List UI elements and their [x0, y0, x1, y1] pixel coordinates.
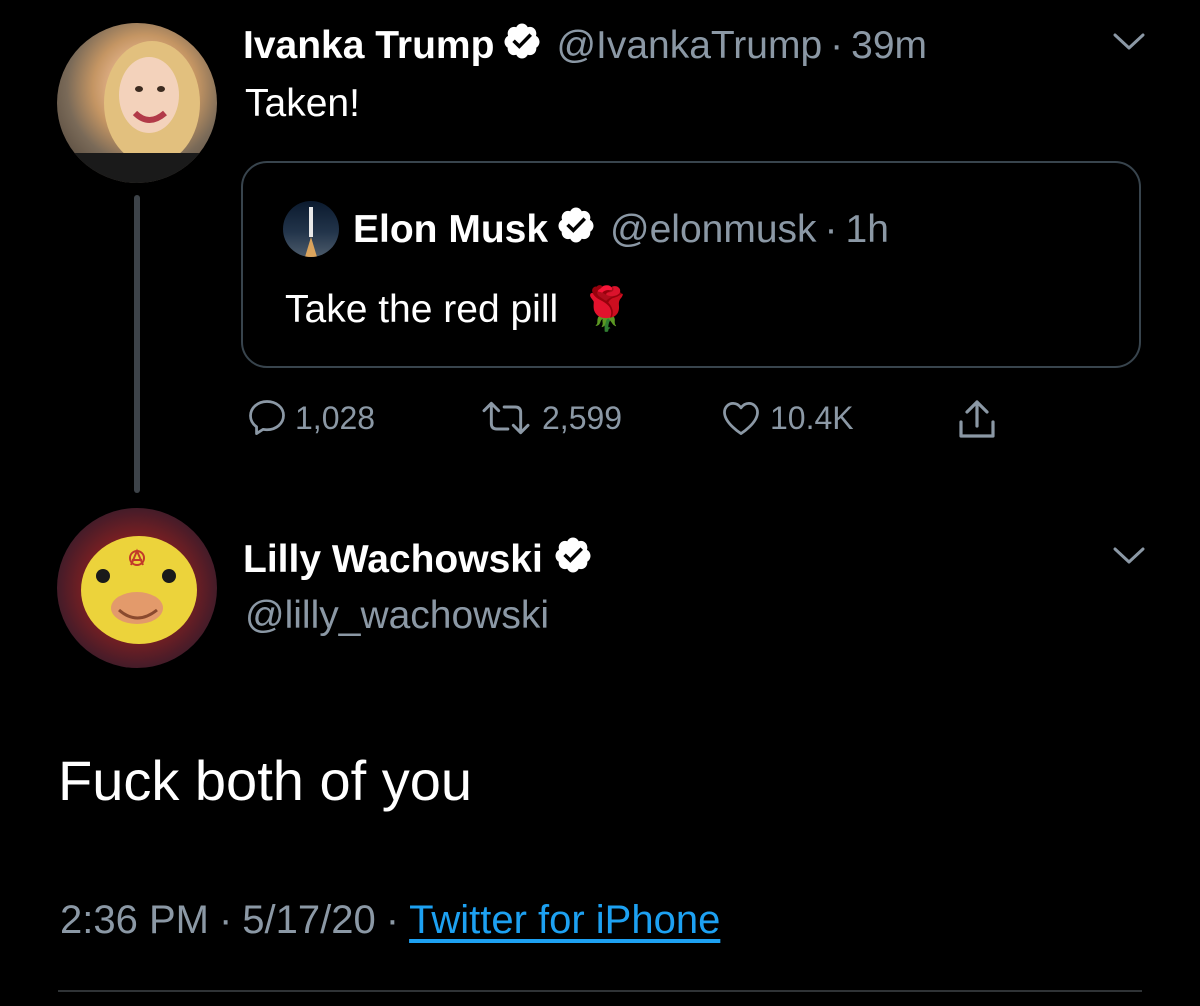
author-name[interactable]: Ivanka Trump	[243, 24, 494, 68]
divider	[58, 990, 1142, 992]
separator-dot: ·	[830, 24, 844, 67]
verified-badge-icon	[502, 21, 542, 71]
separator-dot: ·	[218, 898, 233, 942]
avatar-ivanka[interactable]	[57, 23, 217, 183]
reply-icon	[249, 400, 285, 435]
tweet-date: 5/17/20	[242, 898, 376, 942]
quoted-text-row: Take the red pill 🌹	[285, 285, 632, 334]
retweet-icon	[482, 401, 530, 435]
reply-count: 1,028	[295, 399, 376, 436]
like-count: 10.4K	[770, 399, 854, 436]
avatar-ivanka-image	[57, 41, 217, 183]
author-handle[interactable]: @lilly_wachowski	[245, 594, 549, 638]
quoted-text: Take the red pill	[285, 287, 559, 331]
avatar-lilly[interactable]	[57, 508, 217, 668]
thread-line	[134, 195, 140, 493]
retweet-action[interactable]: 2,599	[476, 396, 622, 440]
tweet-text: Taken!	[245, 82, 360, 125]
quoted-time: 1h	[845, 208, 889, 251]
tweet-time: 2:36 PM	[60, 898, 209, 942]
verified-badge-icon	[556, 205, 596, 255]
retweet-count: 2,599	[542, 399, 623, 436]
quoted-header: Elon Musk @elonmusk · 1h	[353, 207, 889, 253]
author-name[interactable]: Lilly Wachowski	[243, 538, 543, 582]
duck-avatar-image	[81, 536, 197, 644]
separator-dot: ·	[824, 208, 838, 251]
tweet-header-ivanka: Ivanka Trump @IvankaTrump · 39m	[243, 22, 927, 70]
reply-action[interactable]: 1,028	[245, 396, 375, 440]
share-icon	[959, 400, 995, 438]
rocket-icon	[305, 207, 317, 257]
quoted-tweet[interactable]: Elon Musk @elonmusk · 1h Take the red pi…	[241, 161, 1141, 368]
reply-header: Lilly Wachowski	[243, 535, 593, 585]
rose-emoji-icon: 🌹	[580, 285, 633, 332]
author-handle[interactable]: @IvankaTrump	[556, 24, 822, 68]
quoted-author-name: Elon Musk	[353, 208, 549, 251]
share-action[interactable]	[953, 396, 1007, 444]
tweet-time[interactable]: 39m	[851, 24, 927, 68]
reply-text: Fuck both of you	[58, 749, 473, 812]
heart-icon	[723, 401, 759, 435]
like-action[interactable]: 10.4K	[718, 396, 854, 440]
tweet-source-link[interactable]: Twitter for iPhone	[409, 898, 720, 943]
quoted-handle: @elonmusk	[610, 208, 817, 251]
verified-badge-icon	[553, 535, 593, 585]
avatar-elon	[283, 201, 339, 257]
chevron-down-icon[interactable]	[1112, 30, 1146, 59]
tweet-meta: 2:36 PM · 5/17/20 · Twitter for iPhone	[60, 898, 720, 943]
chevron-down-icon[interactable]	[1112, 544, 1146, 573]
separator-dot: ·	[385, 898, 400, 942]
